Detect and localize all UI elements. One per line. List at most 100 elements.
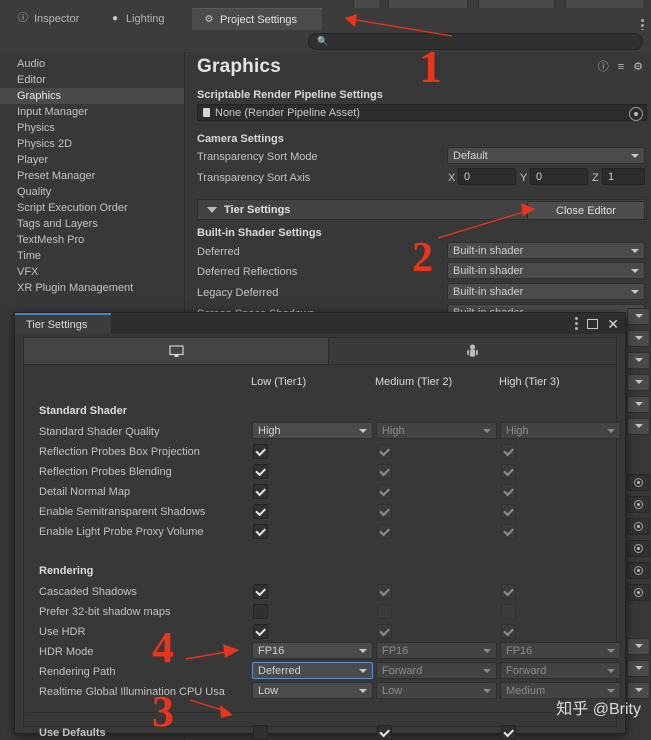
standard-shader-quality-tier1[interactable]: High — [252, 422, 373, 439]
enable-semitransparent-shadows-tier2[interactable] — [377, 504, 392, 519]
sidebar-item-label: Preset Manager — [17, 170, 96, 182]
standard-shader-quality-tier2[interactable]: High — [376, 422, 497, 439]
srp-asset-field[interactable]: None (Render Pipeline Asset) — [197, 104, 647, 121]
sidebar-item-graphics[interactable]: Graphics — [0, 88, 184, 104]
enable-semitransparent-shadows-tier3[interactable] — [501, 504, 516, 519]
sidebar-item-physics-2d[interactable]: Physics 2D — [0, 136, 184, 152]
realtime-gi-cpu-usage-tier1[interactable]: Low — [252, 682, 373, 699]
prefer-32-bit-shadow-maps-tier2[interactable] — [377, 604, 392, 619]
background-object-picker[interactable] — [627, 496, 650, 513]
axis-y-input[interactable]: 0 — [530, 168, 588, 185]
platform-tab-android[interactable] — [329, 338, 616, 364]
sidebar-item-player[interactable]: Player — [0, 152, 184, 168]
hdr-mode-tier2[interactable]: FP16 — [376, 642, 497, 659]
background-dropdown[interactable] — [627, 418, 650, 435]
transparency-sort-mode-dropdown[interactable]: Default — [447, 147, 645, 164]
use-hdr-tier3[interactable] — [501, 624, 516, 639]
background-object-picker[interactable] — [627, 584, 650, 601]
sidebar-item-xr-plugin-management[interactable]: XR Plugin Management — [0, 280, 184, 296]
standard-shader-quality-tier3[interactable]: High — [500, 422, 621, 439]
rendering-path-tier1[interactable]: Deferred — [252, 662, 373, 679]
background-object-picker[interactable] — [627, 518, 650, 535]
close-editor-button[interactable]: Close Editor — [527, 201, 645, 220]
platform-tab-standalone[interactable] — [24, 338, 329, 364]
detail-normal-map-tier3[interactable] — [501, 484, 516, 499]
realtime-gi-cpu-usage-tier2[interactable]: Low — [376, 682, 497, 699]
gear-icon[interactable]: ⚙ — [633, 62, 643, 73]
detail-normal-map-tier1[interactable] — [253, 484, 268, 499]
object-picker-icon[interactable] — [629, 107, 643, 121]
hdr-mode-tier3[interactable]: FP16 — [500, 642, 621, 659]
enable-semitransparent-shadows-tier1[interactable] — [253, 504, 268, 519]
axis-x-input[interactable]: 0 — [458, 168, 516, 185]
background-dropdown[interactable] — [627, 396, 650, 413]
use-defaults-tier1[interactable] — [253, 725, 268, 740]
cascaded-shadows-tier1[interactable] — [253, 584, 268, 599]
background-dropdown[interactable] — [627, 660, 650, 677]
sidebar-item-label: Physics 2D — [17, 138, 73, 150]
value: FP16 — [258, 644, 285, 657]
sidebar-item-vfx[interactable]: VFX — [0, 264, 184, 280]
rendering-path-tier3[interactable]: Forward — [500, 662, 621, 679]
background-dropdown[interactable] — [627, 374, 650, 391]
enable-light-probe-proxy-volume-tier3[interactable] — [501, 524, 516, 539]
cascaded-shadows-tier2[interactable] — [377, 584, 392, 599]
tab-project-settings[interactable]: ⚙ Project Settings — [192, 8, 322, 30]
reflection-probes-box-projection-tier2[interactable] — [377, 444, 392, 459]
deferred-reflections-dropdown[interactable]: Built-in shader — [447, 262, 645, 279]
background-object-picker[interactable] — [627, 474, 650, 491]
reflection-probes-box-projection-tier1[interactable] — [253, 444, 268, 459]
reflection-probes-blending-tier2[interactable] — [377, 464, 392, 479]
enable-light-probe-proxy-volume-tier1[interactable] — [253, 524, 268, 539]
sidebar-item-physics[interactable]: Physics — [0, 120, 184, 136]
sidebar-item-quality[interactable]: Quality — [0, 184, 184, 200]
deferred-dropdown[interactable]: Built-in shader — [447, 242, 645, 259]
background-dropdown[interactable] — [627, 638, 650, 655]
tab-lighting[interactable]: ● Lighting — [98, 8, 190, 30]
rendering-path-tier2[interactable]: Forward — [376, 662, 497, 679]
detail-normal-map-tier2[interactable] — [377, 484, 392, 499]
sidebar-item-input-manager[interactable]: Input Manager — [0, 104, 184, 120]
legacy-deferred-dropdown[interactable]: Built-in shader — [447, 283, 645, 300]
sidebar-item-audio[interactable]: Audio — [0, 56, 184, 72]
search-input[interactable] — [332, 36, 634, 47]
sidebar-item-editor[interactable]: Editor — [0, 72, 184, 88]
background-object-picker[interactable] — [627, 540, 650, 557]
background-dropdown[interactable] — [627, 330, 650, 347]
use-hdr-tier2[interactable] — [377, 624, 392, 639]
sidebar-item-preset-manager[interactable]: Preset Manager — [0, 168, 184, 184]
value: Medium — [506, 684, 546, 697]
reflection-probes-blending-tier3[interactable] — [501, 464, 516, 479]
hdr-mode-tier1[interactable]: FP16 — [252, 642, 373, 659]
tier-settings-foldout-label: Tier Settings — [224, 203, 291, 216]
axis-z-input[interactable]: 1 — [602, 168, 645, 185]
enable-light-probe-proxy-volume-tier2[interactable] — [377, 524, 392, 539]
cascaded-shadows-tier3[interactable] — [501, 584, 516, 599]
chevron-down-icon — [359, 689, 367, 693]
group-label-standard-shader: Standard Shader — [39, 405, 128, 417]
background-dropdown[interactable] — [627, 352, 650, 369]
maximize-icon[interactable] — [587, 318, 599, 329]
transparency-sort-axis-label: Transparency Sort Axis — [197, 172, 311, 184]
preset-icon[interactable]: ≡ — [618, 62, 624, 73]
sidebar-item-script-execution-order[interactable]: Script Execution Order — [0, 200, 184, 216]
help-icon[interactable]: ⓘ — [598, 62, 609, 73]
use-defaults-tier3[interactable] — [501, 725, 516, 740]
sidebar-item-tags-and-layers[interactable]: Tags and Layers — [0, 216, 184, 232]
kebab-menu-icon[interactable] — [575, 317, 579, 330]
reflection-probes-blending-tier1[interactable] — [253, 464, 268, 479]
sidebar-item-time[interactable]: Time — [0, 248, 184, 264]
close-icon[interactable]: ✕ — [607, 317, 619, 331]
prefer-32-bit-shadow-maps-tier3[interactable] — [501, 604, 516, 619]
reflection-probes-box-projection-tier3[interactable] — [501, 444, 516, 459]
search-box[interactable]: 🔍 — [308, 33, 643, 50]
prefer-32-bit-shadow-maps-tier1[interactable] — [253, 604, 268, 619]
toolbar-strip — [0, 0, 651, 9]
tab-inspector[interactable]: ⓘ Inspector — [6, 8, 96, 30]
tier-settings-tab[interactable]: Tier Settings — [15, 313, 111, 334]
use-defaults-tier2[interactable] — [377, 725, 392, 740]
background-dropdown[interactable] — [627, 308, 650, 325]
use-hdr-tier1[interactable] — [253, 624, 268, 639]
background-object-picker[interactable] — [627, 562, 650, 579]
sidebar-item-textmesh-pro[interactable]: TextMesh Pro — [0, 232, 184, 248]
